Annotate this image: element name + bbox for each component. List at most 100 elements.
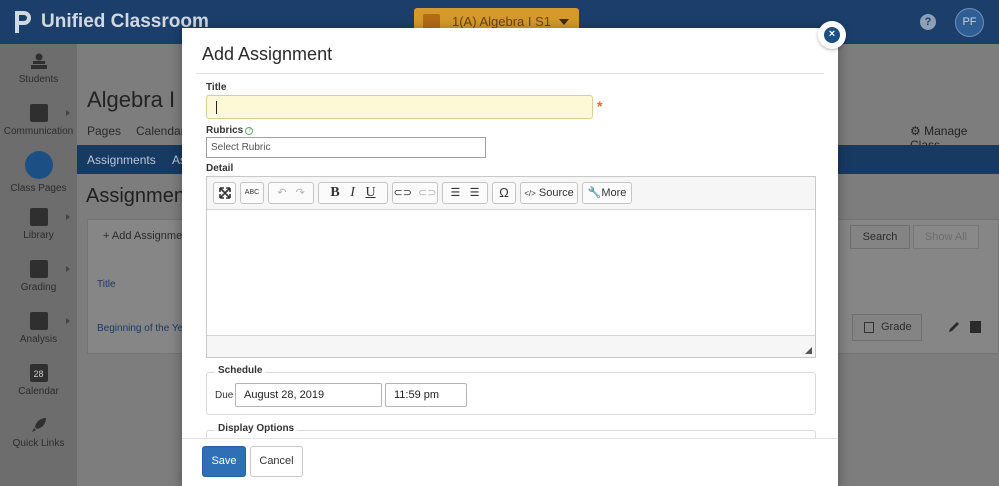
chevron-right-icon xyxy=(66,318,70,324)
link-group: ⊂⊃ ⊂⊃ xyxy=(392,182,438,204)
sidebar-item-label: Analysis xyxy=(19,334,58,345)
help-icon[interactable]: ? xyxy=(920,14,936,30)
sidebar-item-calendar[interactable]: 28 Calendar xyxy=(0,364,77,397)
communication-icon xyxy=(29,104,48,122)
undo-redo-group: ↶ ↷ xyxy=(268,182,314,204)
sidebar-item-analysis[interactable]: Analysis xyxy=(0,312,77,345)
detail-label: Detail xyxy=(206,163,234,174)
dialog-footer: Save Cancel xyxy=(182,438,838,486)
cancel-button[interactable]: Cancel xyxy=(250,446,303,477)
grading-icon xyxy=(29,260,48,278)
sidebar-item-label: Grading xyxy=(20,282,57,293)
add-assignment-dialog: Add Assignment Title * Rubrics? Select R… xyxy=(182,28,838,486)
class-pages-icon xyxy=(24,151,53,179)
grade-icon xyxy=(864,322,874,333)
sidebar-item-communication[interactable]: Communication xyxy=(0,104,77,137)
due-time-value: 11:59 pm xyxy=(394,389,440,401)
list-group: ☰ ☰ xyxy=(442,182,488,204)
rubrics-label: Rubrics? xyxy=(206,125,254,136)
logo-icon xyxy=(15,11,31,33)
text-style-group: B I U xyxy=(318,182,388,204)
show-all-button[interactable]: Show All xyxy=(913,225,979,249)
divider xyxy=(196,73,824,74)
trash-icon[interactable] xyxy=(970,321,981,333)
unlink-icon[interactable]: ⊂⊃ xyxy=(418,187,436,199)
bold-button[interactable]: B xyxy=(330,185,339,200)
close-button[interactable]: × xyxy=(818,21,846,49)
rubric-placeholder: Select Rubric xyxy=(211,142,271,153)
sidebar-item-grading[interactable]: Grading xyxy=(0,260,77,293)
resize-handle-icon[interactable] xyxy=(805,347,812,354)
due-time-input[interactable]: 11:59 pm xyxy=(385,383,467,407)
sidebar-item-label: Quick Links xyxy=(12,438,65,449)
bulleted-list-icon[interactable]: ☰ xyxy=(470,187,480,199)
chevron-right-icon xyxy=(66,266,70,272)
link-icon[interactable]: ⊂⊃ xyxy=(394,187,412,199)
sidebar-item-label: Calendar xyxy=(18,386,59,397)
rubric-select[interactable]: Select Rubric xyxy=(206,137,486,158)
rubrics-help-icon[interactable]: ? xyxy=(245,127,254,135)
sidebar-item-label: Class Pages xyxy=(10,183,67,194)
nav-pages-link[interactable]: Pages xyxy=(87,124,121,138)
spellcheck-button[interactable]: ABC xyxy=(240,182,264,204)
plus-icon: + xyxy=(103,230,112,242)
spellcheck-icon: ABC xyxy=(244,189,260,196)
table-header-title[interactable]: Title xyxy=(97,279,116,290)
schedule-section: Schedule Due August 28, 2019 11:59 pm xyxy=(206,365,816,415)
editor-footer xyxy=(207,335,815,357)
code-icon: </> xyxy=(524,189,536,198)
class-selector-label: 1(A) Algebra I S1 xyxy=(452,14,551,29)
calendar-icon: 28 xyxy=(29,364,48,382)
wrench-icon: 🔧 xyxy=(587,187,602,199)
special-char-button[interactable]: Ω xyxy=(492,182,516,204)
due-date-input[interactable]: August 28, 2019 xyxy=(235,383,382,407)
source-label: Source xyxy=(538,187,574,199)
add-assignment-label: Add Assignment xyxy=(111,230,192,242)
omega-icon: Ω xyxy=(499,185,509,200)
class-calendar-icon xyxy=(423,14,440,29)
sidebar-item-label: Communication xyxy=(3,126,74,137)
search-button[interactable]: Search xyxy=(850,225,910,249)
grade-button[interactable]: Grade xyxy=(852,314,922,341)
table-row-title[interactable]: Beginning of the Year xyxy=(97,323,192,334)
title-input[interactable] xyxy=(206,95,593,119)
redo-icon[interactable]: ↷ xyxy=(296,187,305,199)
avatar[interactable]: PF xyxy=(955,8,984,37)
schedule-legend: Schedule xyxy=(215,365,266,376)
underline-button[interactable]: U xyxy=(365,185,375,200)
sidebar-item-library[interactable]: Library xyxy=(0,208,77,241)
text-cursor xyxy=(216,101,217,114)
more-button[interactable]: 🔧More xyxy=(582,182,632,204)
sidebar-item-quick-links[interactable]: Quick Links xyxy=(0,416,77,449)
analysis-icon xyxy=(29,312,48,330)
editor-content-area[interactable] xyxy=(207,211,815,335)
sidebar-item-students[interactable]: Students xyxy=(0,52,77,85)
student-icon xyxy=(30,53,47,69)
pencil-icon[interactable] xyxy=(948,321,960,333)
tab-assignments[interactable]: Assignments xyxy=(87,153,156,167)
maximize-icon xyxy=(218,187,231,199)
required-marker: * xyxy=(597,98,603,114)
due-date-value: August 28, 2019 xyxy=(244,389,325,401)
maximize-button[interactable] xyxy=(213,182,236,204)
grade-label: Grade xyxy=(881,321,912,333)
detail-editor: ABC ↶ ↷ B I U ⊂⊃ ⊂⊃ ☰ ☰ Ω </> Source 🔧Mo… xyxy=(206,176,816,358)
title-label: Title xyxy=(206,82,227,93)
nav-calendar-link[interactable]: Calendar xyxy=(136,124,185,138)
more-label: More xyxy=(601,187,627,199)
due-label: Due xyxy=(215,390,234,401)
dialog-title: Add Assignment xyxy=(202,44,333,64)
display-options-legend: Display Options xyxy=(215,423,298,434)
numbered-list-icon[interactable]: ☰ xyxy=(451,187,461,199)
source-button[interactable]: </> Source xyxy=(520,182,578,204)
add-assignment-button[interactable]: + Add Assignment xyxy=(103,230,191,242)
sidebar-item-class-pages[interactable]: Class Pages xyxy=(0,151,77,194)
gear-icon: ⚙ xyxy=(910,124,925,138)
editor-toolbar: ABC ↶ ↷ B I U ⊂⊃ ⊂⊃ ☰ ☰ Ω </> Source 🔧Mo… xyxy=(207,177,815,210)
undo-icon[interactable]: ↶ xyxy=(277,187,286,199)
italic-button[interactable]: I xyxy=(350,185,355,200)
chevron-down-icon xyxy=(559,19,569,25)
close-icon: × xyxy=(824,27,840,43)
sidebar-item-label: Library xyxy=(23,230,54,241)
save-button[interactable]: Save xyxy=(202,446,246,477)
